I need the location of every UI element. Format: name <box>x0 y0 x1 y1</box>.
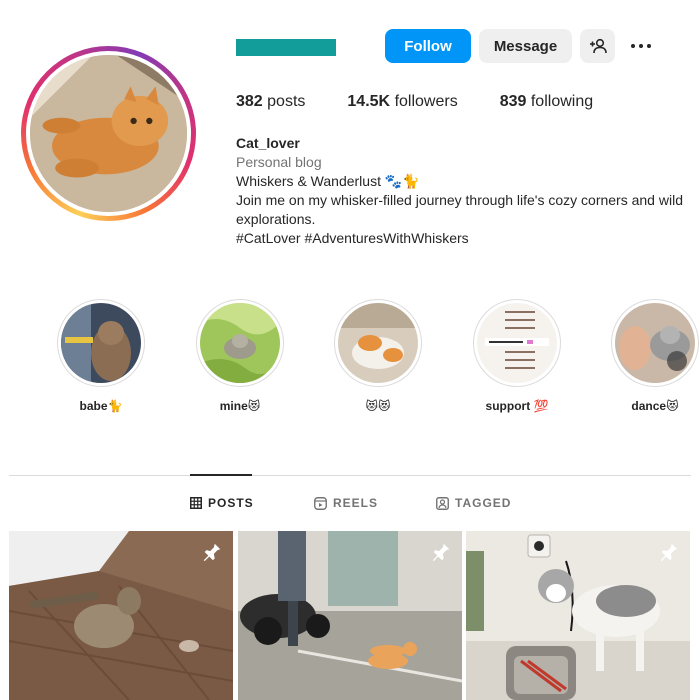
highlight-cover <box>477 303 557 383</box>
highlight-label: mine😻 <box>219 399 261 413</box>
following-stat[interactable]: 839 following <box>500 93 593 111</box>
suggest-user-button[interactable] <box>580 29 615 63</box>
cat-photo-thumb <box>615 303 695 383</box>
posts-stat[interactable]: 382 posts <box>236 93 305 111</box>
profile-category: Personal blog <box>236 154 322 170</box>
highlight-label: dance😻 <box>631 399 679 413</box>
posts-count: 382 <box>236 93 263 110</box>
highlight-item[interactable]: support 💯 <box>472 299 562 413</box>
pin-icon <box>432 543 450 562</box>
highlight-ring <box>334 299 422 387</box>
bio-hashtags[interactable]: #CatLover #AdventuresWithWhiskers <box>236 229 686 248</box>
posts-label: posts <box>267 93 306 110</box>
add-user-icon <box>589 38 607 54</box>
post-thumbnail[interactable] <box>238 531 462 700</box>
tab-label: POSTS <box>208 496 254 510</box>
grid-icon <box>190 497 202 509</box>
profile-bio: Cat_lover Personal blog Whiskers & Wande… <box>236 134 686 248</box>
highlight-item[interactable]: babe🐈 <box>56 299 146 413</box>
highlight-cover <box>200 303 280 383</box>
followers-stat[interactable]: 14.5K followers <box>347 93 457 111</box>
pin-icon <box>203 543 221 562</box>
tagged-icon <box>436 496 449 510</box>
highlight-cover <box>338 303 418 383</box>
cat-photo-post <box>9 531 233 700</box>
highlight-label: 😻😻 <box>365 399 391 413</box>
avatar-border <box>26 51 191 216</box>
tab-posts[interactable]: POSTS <box>190 496 254 510</box>
cat-photo-thumb <box>338 303 418 383</box>
profile-avatar <box>30 55 187 212</box>
follow-button[interactable]: Follow <box>385 29 471 63</box>
more-options-icon[interactable] <box>626 36 656 56</box>
profile-stats: 382 posts 14.5K followers 839 following <box>236 93 635 111</box>
following-count: 839 <box>499 93 527 110</box>
followers-count: 14.5K <box>347 93 391 110</box>
cat-photo-thumb <box>61 303 141 383</box>
following-label: following <box>530 93 594 110</box>
highlight-ring <box>57 299 145 387</box>
highlight-item[interactable]: mine😻 <box>195 299 285 413</box>
tab-label: REELS <box>333 496 379 510</box>
reels-icon <box>314 496 327 510</box>
highlight-cover <box>615 303 695 383</box>
tab-tagged[interactable]: TAGGED <box>436 496 511 510</box>
post-thumbnail[interactable] <box>9 531 233 700</box>
pin-icon <box>660 543 678 562</box>
highlight-ring <box>473 299 561 387</box>
highlight-item[interactable]: dance😻 <box>610 299 700 413</box>
tabs-divider <box>9 475 691 476</box>
highlight-label: support 💯 <box>485 399 549 413</box>
followers-label: followers <box>394 93 458 110</box>
cat-photo-thumb <box>200 303 280 383</box>
profile-name: Cat_lover <box>236 135 300 151</box>
username-redacted <box>236 39 336 56</box>
tab-reels[interactable]: REELS <box>314 496 378 510</box>
message-button[interactable]: Message <box>479 29 572 63</box>
active-tab-indicator <box>190 474 252 476</box>
highlight-label: babe🐈 <box>79 399 123 413</box>
screenshot-thumb <box>477 303 557 383</box>
cat-photo-avatar <box>30 55 187 212</box>
highlight-item[interactable]: 😻😻 <box>333 299 423 413</box>
cat-photo-post <box>466 531 690 700</box>
cat-photo-post <box>238 531 462 700</box>
profile-avatar-ring[interactable] <box>21 46 196 221</box>
bio-line-1: Whiskers & Wanderlust 🐾🐈 <box>236 173 420 189</box>
bio-line-2: Join me on my whisker-filled journey thr… <box>236 192 683 227</box>
tab-label: TAGGED <box>455 496 512 510</box>
highlight-ring <box>611 299 699 387</box>
highlight-ring <box>196 299 284 387</box>
post-thumbnail[interactable] <box>466 531 690 700</box>
highlight-cover <box>61 303 141 383</box>
